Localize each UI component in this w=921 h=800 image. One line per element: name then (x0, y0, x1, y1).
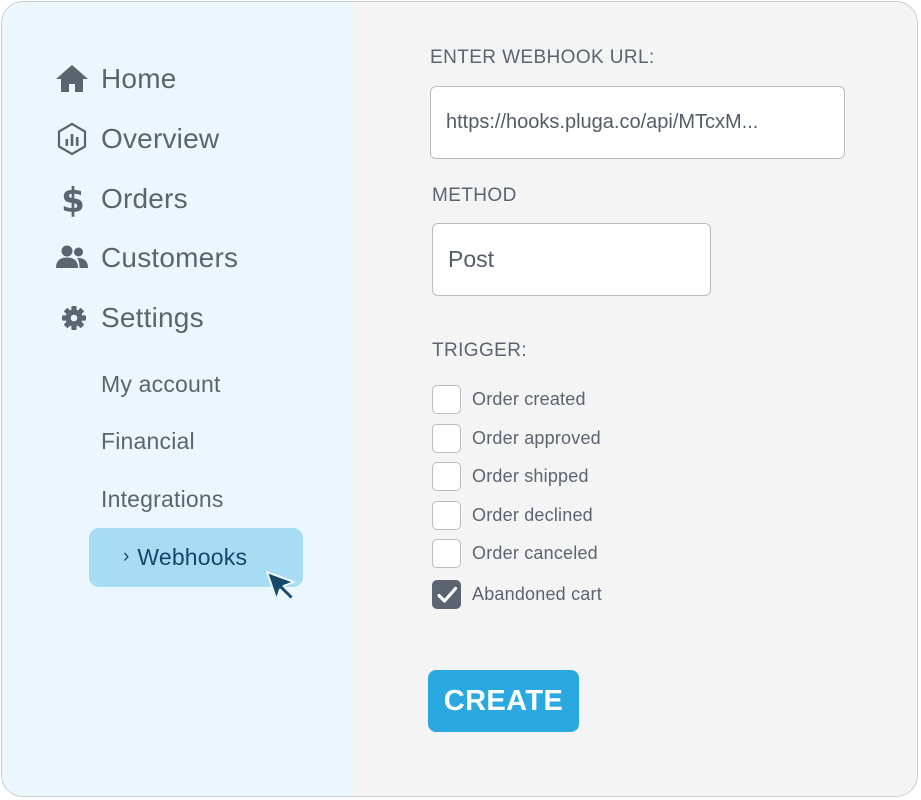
sidebar-item-orders[interactable]: $ Orders (54, 181, 188, 217)
trigger-abandoned-cart[interactable]: Abandoned cart (432, 580, 602, 609)
app-window: Home Overview $ Orders Customers Setting… (1, 1, 918, 797)
sidebar-item-label: Customers (101, 242, 239, 273)
sidebar-item-label: Home (101, 63, 177, 94)
sidebar-subitem-financial[interactable]: Financial (101, 428, 195, 455)
sidebar: Home Overview $ Orders Customers Setting… (2, 2, 353, 796)
checkbox[interactable] (432, 424, 461, 453)
webhook-url-input[interactable] (446, 111, 844, 134)
url-label: ENTER WEBHOOK URL: (430, 47, 655, 68)
home-icon (54, 61, 90, 97)
checkbox[interactable] (432, 539, 461, 568)
checkbox-label: Abandoned cart (472, 584, 602, 604)
sidebar-item-label: Settings (101, 302, 204, 333)
checkbox-label: Order canceled (472, 543, 598, 563)
sidebar-item-settings[interactable]: Settings (54, 300, 204, 336)
dollar-icon: $ (54, 181, 90, 217)
checkmark-icon (436, 586, 457, 603)
sidebar-item-overview[interactable]: Overview (54, 121, 219, 157)
create-button[interactable]: CREATE (428, 670, 579, 732)
overview-chart-icon (54, 121, 90, 157)
trigger-order-declined[interactable]: Order declined (432, 501, 593, 530)
checkbox-checked[interactable] (432, 580, 461, 609)
method-input[interactable] (448, 246, 710, 273)
checkbox-label: Order declined (472, 505, 593, 525)
checkbox[interactable] (432, 501, 461, 530)
method-field[interactable] (432, 223, 711, 296)
sidebar-item-label: Overview (101, 123, 220, 154)
sidebar-item-customers[interactable]: Customers (54, 240, 238, 276)
sidebar-item-home[interactable]: Home (54, 61, 177, 97)
checkbox[interactable] (432, 462, 461, 491)
checkbox-label: Order shipped (472, 466, 589, 486)
mouse-pointer-icon (264, 569, 302, 612)
trigger-label: TRIGGER: (432, 340, 528, 361)
svg-text:$: $ (61, 181, 85, 217)
trigger-order-canceled[interactable]: Order canceled (432, 539, 598, 568)
sidebar-item-label: Webhooks (137, 544, 248, 570)
sidebar-subitem-my-account[interactable]: My account (101, 371, 221, 398)
chevron-right-icon: › (123, 545, 130, 567)
trigger-order-approved[interactable]: Order approved (432, 424, 601, 453)
gear-icon (54, 300, 90, 336)
trigger-order-shipped[interactable]: Order shipped (432, 462, 589, 491)
method-label: METHOD (432, 185, 517, 206)
checkbox-label: Order approved (472, 428, 601, 448)
users-icon (54, 240, 90, 276)
checkbox-label: Order created (472, 389, 586, 409)
checkbox[interactable] (432, 385, 461, 414)
sidebar-subitem-integrations[interactable]: Integrations (101, 486, 224, 513)
trigger-order-created[interactable]: Order created (432, 385, 586, 414)
webhook-url-field[interactable] (430, 86, 845, 159)
sidebar-item-label: Orders (101, 183, 188, 214)
